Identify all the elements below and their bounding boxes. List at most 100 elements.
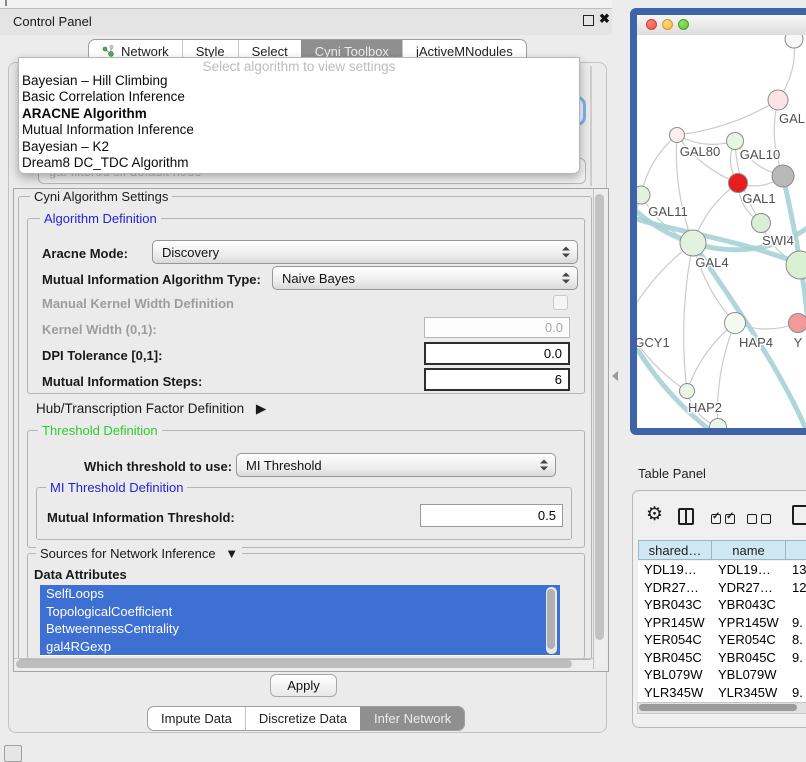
dropdown-item[interactable]: Basic Correlation Inference: [19, 89, 579, 105]
table-cell[interactable]: YDR27…: [712, 580, 786, 595]
data-attributes-list[interactable]: SelfLoopsTopologicalCoefficientBetweenne…: [40, 585, 560, 656]
top-left-tick: [5, 0, 7, 6]
network-node-y[interactable]: [789, 314, 806, 333]
table-row[interactable]: YER054CYER054C8.: [638, 631, 806, 649]
table-cell[interactable]: YBL079W: [712, 667, 786, 682]
which-threshold-combo[interactable]: MI Threshold: [236, 453, 556, 477]
network-node-hap2[interactable]: [680, 384, 695, 399]
minimize-traffic-light-icon[interactable]: [662, 19, 673, 30]
dropdown-item[interactable]: Dream8 DC_TDC Algorithm: [19, 155, 579, 171]
table-cell[interactable]: YLR345W: [638, 685, 712, 700]
network-edge[interactable]: [641, 135, 677, 195]
data-attribute-item[interactable]: gal4RGexp: [40, 638, 560, 656]
mi-threshold-field[interactable]: 0.5: [420, 504, 563, 527]
table-cell[interactable]: 8.: [786, 632, 806, 647]
network-node-hap4[interactable]: [725, 313, 746, 334]
table-header-cell[interactable]: shared…: [638, 540, 712, 560]
network-node-swi4[interactable]: [752, 214, 771, 233]
table-header-cell[interactable]: name: [712, 540, 786, 560]
table-cell[interactable]: YBL079W: [638, 667, 712, 682]
table-body[interactable]: YDL19…YDL19…13YDR27…YDR27…12YBR043CYBR04…: [638, 561, 806, 702]
network-edge[interactable]: [687, 323, 735, 391]
network-node[interactable]: [772, 165, 794, 187]
panel-divider-handle[interactable]: [612, 371, 618, 381]
table-row[interactable]: YBR043CYBR043C: [638, 596, 806, 614]
table-cell[interactable]: YLR345W: [712, 685, 786, 700]
network-node-label: GAL1: [742, 191, 775, 206]
select-all-checks-icon[interactable]: [711, 514, 735, 524]
table-cell[interactable]: 9.: [786, 615, 806, 630]
split-columns-icon[interactable]: [678, 508, 694, 525]
table-cell[interactable]: 12: [786, 580, 806, 595]
mi-type-combo[interactable]: Naive Bayes: [272, 266, 578, 290]
table-row[interactable]: YBL079WYBL079W: [638, 666, 806, 684]
network-node-gal[interactable]: [768, 90, 788, 110]
settings-horizontal-scrollbar-thumb[interactable]: [16, 660, 572, 668]
tab-impute-data[interactable]: Impute Data: [148, 707, 245, 730]
settings-vertical-scrollbar-thumb[interactable]: [595, 194, 604, 640]
table-cell[interactable]: YER054C: [712, 632, 786, 647]
table-row[interactable]: YBR045CYBR045C9.: [638, 649, 806, 667]
table-cell[interactable]: YER054C: [638, 632, 712, 647]
aracne-mode-combo[interactable]: Discovery: [152, 240, 578, 264]
table-cell[interactable]: YBR045C: [638, 650, 712, 665]
mi-steps-field[interactable]: 6: [424, 368, 570, 391]
table-header-row[interactable]: shared…nameA: [638, 540, 806, 560]
dropdown-item[interactable]: Mutual Information Inference: [19, 122, 579, 138]
manual-kernel-checkbox[interactable]: [553, 295, 568, 310]
data-attribute-item[interactable]: TopologicalCoefficient: [40, 603, 560, 621]
table-row[interactable]: YDL19…YDL19…13: [638, 561, 806, 579]
sources-group-title[interactable]: Sources for Network Inference ▼: [36, 546, 242, 561]
network-node-gal80[interactable]: [670, 128, 685, 143]
table-cell[interactable]: YDL19…: [638, 562, 712, 577]
tab-discretize-data[interactable]: Discretize Data: [245, 707, 360, 730]
network-view-window[interactable]: GALGAL80GAL10GAL1GAL11SWI4GAL4GCY1HAP4YH…: [630, 8, 806, 435]
network-node[interactable]: [710, 419, 727, 429]
data-attribute-item[interactable]: BetweennessCentrality: [40, 620, 560, 638]
network-node-gal4[interactable]: [680, 230, 706, 256]
apply-button[interactable]: Apply: [270, 674, 337, 697]
tab-infer-network[interactable]: Infer Network: [360, 707, 464, 730]
kernel-width-field[interactable]: 0.0: [424, 317, 570, 338]
docked-panel-icon[interactable]: [4, 745, 22, 762]
table-icon[interactable]: [792, 505, 806, 525]
network-edge[interactable]: [677, 100, 778, 135]
table-cell[interactable]: YPR145W: [712, 615, 786, 630]
network-canvas[interactable]: GALGAL80GAL10GAL1GAL11SWI4GAL4GCY1HAP4YH…: [637, 35, 806, 428]
table-cell[interactable]: 9.: [786, 685, 806, 700]
table-cell[interactable]: YBR045C: [712, 650, 786, 665]
table-cell[interactable]: YPR145W: [638, 615, 712, 630]
table-cell[interactable]: YDL19…: [712, 562, 786, 577]
network-node-gal11[interactable]: [637, 186, 650, 204]
table-horizontal-scrollbar-thumb[interactable]: [639, 704, 797, 711]
which-threshold-value: MI Threshold: [246, 458, 322, 473]
network-edge[interactable]: [684, 243, 693, 391]
network-node-gal1[interactable]: [729, 174, 748, 193]
float-window-icon[interactable]: [583, 15, 594, 26]
table-cell[interactable]: 13: [786, 562, 806, 577]
deselect-checks-icon[interactable]: [747, 514, 771, 524]
dropdown-item[interactable]: Bayesian – Hill Climbing: [19, 73, 579, 89]
manual-kernel-label: Manual Kernel Width Definition: [42, 296, 234, 311]
table-row[interactable]: YDR27…YDR27…12: [638, 579, 806, 597]
zoom-traffic-light-icon[interactable]: [678, 19, 689, 30]
table-cell[interactable]: YDR27…: [638, 580, 712, 595]
network-node[interactable]: [786, 251, 806, 279]
table-cell[interactable]: 9.: [786, 650, 806, 665]
dropdown-item[interactable]: Bayesian – K2: [19, 139, 579, 155]
network-node[interactable]: [785, 35, 803, 48]
dropdown-item[interactable]: ARACNE Algorithm: [19, 106, 579, 122]
table-header-cell[interactable]: A: [786, 540, 806, 560]
table-row[interactable]: YPR145WYPR145W9.: [638, 614, 806, 632]
dpi-tolerance-field[interactable]: 0.0: [424, 342, 570, 365]
close-icon[interactable]: ✖: [599, 11, 610, 27]
table-cell[interactable]: YBR043C: [712, 597, 786, 612]
network-window-titlebar[interactable]: [637, 15, 806, 36]
data-attribute-item[interactable]: SelfLoops: [40, 585, 560, 603]
table-row[interactable]: YLR345WYLR345W9.: [638, 684, 806, 702]
attributes-list-scrollbar-thumb[interactable]: [547, 589, 555, 649]
hub-section-toggle[interactable]: Hub/Transcription Factor Definition ▶: [36, 401, 266, 417]
gear-icon[interactable]: ⚙: [646, 505, 663, 524]
table-cell[interactable]: YBR043C: [638, 597, 712, 612]
close-traffic-light-icon[interactable]: [646, 19, 657, 30]
